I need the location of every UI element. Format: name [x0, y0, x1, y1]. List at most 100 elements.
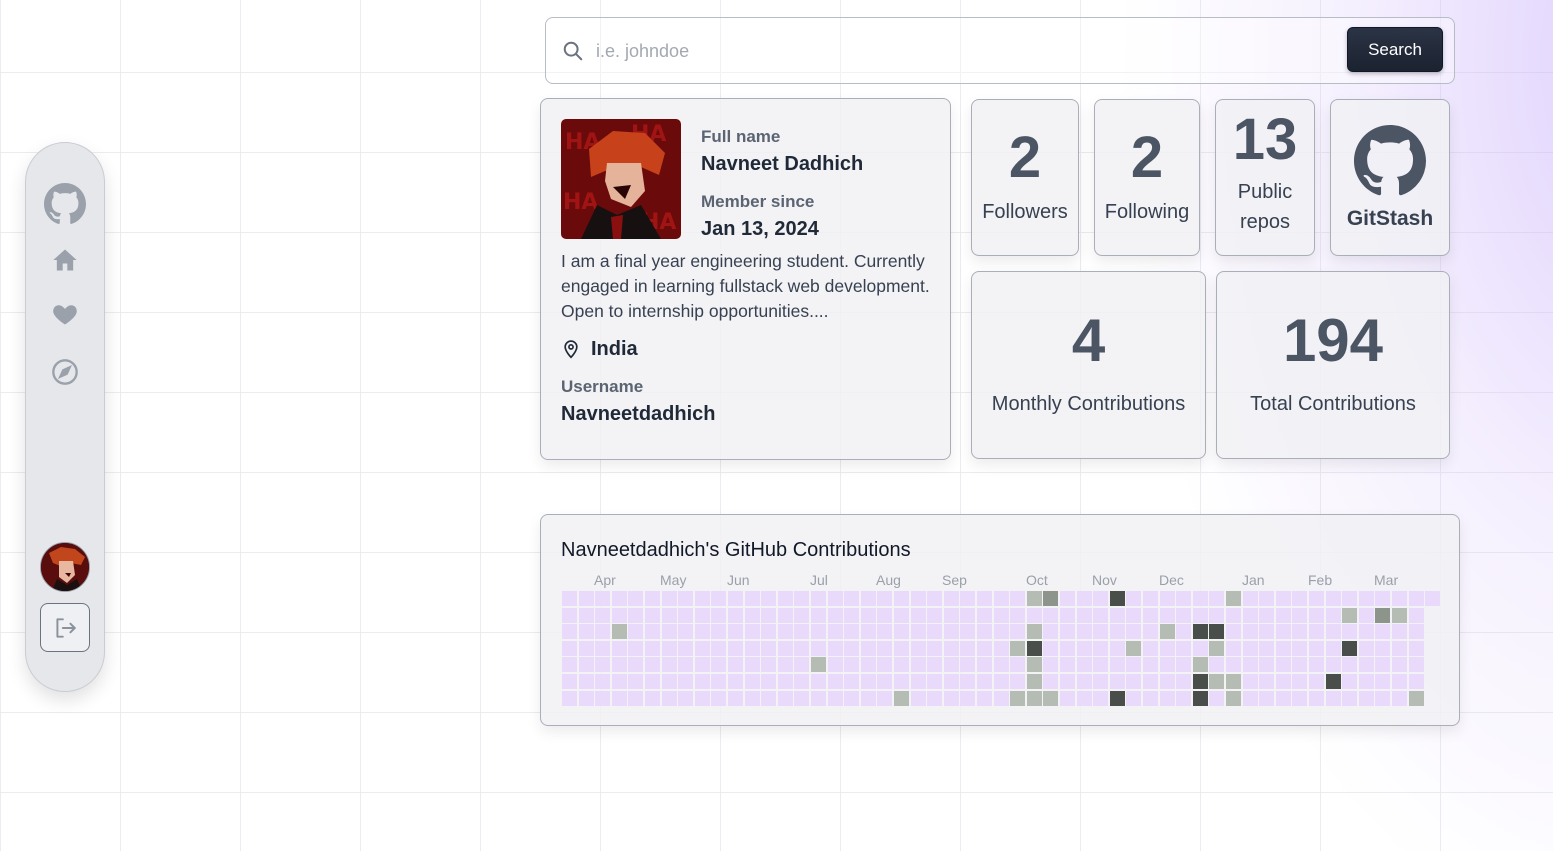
month-labels: Apr May Jun Jul Aug Sep Oct Nov Dec Jan …: [562, 572, 1442, 590]
contribution-cell: [1292, 624, 1308, 640]
contribution-cell: [894, 640, 909, 656]
contribution-cell: [761, 657, 777, 673]
followers-card[interactable]: 2 Followers: [971, 99, 1079, 256]
contribution-cell: [860, 640, 876, 656]
contribution-cell: [860, 690, 876, 706]
contribution-cell: [595, 591, 611, 606]
contribution-cell: [728, 591, 743, 606]
contribution-cell: [1325, 674, 1341, 689]
sidebar: [25, 142, 105, 692]
contribution-cell: [1126, 640, 1142, 656]
contribution-cell: [794, 607, 810, 623]
avatar[interactable]: [40, 542, 90, 592]
github-logo-icon: [1354, 124, 1426, 197]
contribution-cell: [744, 624, 760, 640]
contribution-cell: [1259, 674, 1275, 689]
contribution-cell: [661, 591, 677, 606]
contribution-cell: [827, 657, 843, 673]
contribution-cell: [595, 690, 611, 706]
contribution-cell: [628, 624, 644, 640]
contribution-cell: [844, 690, 860, 706]
contribution-cell: [860, 591, 876, 606]
contribution-cell: [1126, 674, 1142, 689]
contribution-cell: [1425, 591, 1441, 606]
contribution-cell: [1392, 657, 1407, 673]
contribution-cell: [943, 591, 959, 606]
contribution-cell: [728, 674, 743, 689]
contribution-cell: [877, 640, 893, 656]
contribution-cell: [960, 674, 976, 689]
contribution-cell: [1093, 690, 1109, 706]
contribution-cell: [1408, 640, 1424, 656]
contribution-cell: [1342, 591, 1358, 606]
home-icon[interactable]: [51, 246, 79, 274]
month-label: Mar: [1374, 572, 1399, 588]
contribution-cell: [1292, 674, 1308, 689]
contribution-cell: [1093, 657, 1109, 673]
contribution-cell: [595, 640, 611, 656]
gitstash-card[interactable]: GitStash: [1330, 99, 1450, 256]
contribution-cell: [578, 607, 594, 623]
public-repos-card[interactable]: 13 Public repos: [1215, 99, 1315, 256]
contribution-cell: [1342, 640, 1358, 656]
contribution-cell: [595, 674, 611, 689]
contribution-cell: [943, 674, 959, 689]
contribution-cell: [1309, 640, 1324, 656]
contribution-cell: [777, 591, 793, 606]
contribution-cell: [1375, 591, 1391, 606]
logout-button[interactable]: [40, 603, 90, 652]
search-button[interactable]: Search: [1347, 27, 1443, 72]
contribution-cell: [960, 690, 976, 706]
contribution-cell: [611, 607, 627, 623]
following-card[interactable]: 2 Following: [1094, 99, 1200, 256]
contribution-cell: [562, 607, 577, 623]
github-logo-icon[interactable]: [44, 183, 86, 225]
contribution-cell: [694, 640, 710, 656]
contribution-cell: [811, 624, 826, 640]
contribution-cell: [611, 657, 627, 673]
contribution-cell: [794, 657, 810, 673]
contribution-cell: [1209, 690, 1225, 706]
compass-icon[interactable]: [51, 358, 79, 386]
month-label: Apr: [594, 572, 616, 588]
search-input[interactable]: [596, 32, 1296, 70]
contribution-cell: [1159, 624, 1175, 640]
contribution-cell: [1192, 690, 1208, 706]
member-since: Jan 13, 2024: [701, 218, 819, 240]
contribution-cell: [794, 690, 810, 706]
contribution-cell: [761, 690, 777, 706]
contribution-cell: [1259, 624, 1275, 640]
contribution-cell: [1358, 674, 1374, 689]
month-label: Jan: [1242, 572, 1265, 588]
contribution-cell: [1226, 657, 1241, 673]
public-repos-label-line2: repos: [1239, 210, 1290, 233]
month-label: May: [660, 572, 687, 588]
location: India: [591, 338, 638, 360]
contribution-cell: [844, 657, 860, 673]
contribution-cell: [894, 591, 909, 606]
contribution-cell: [977, 640, 992, 656]
contribution-cell: [1093, 674, 1109, 689]
contribution-cell: [894, 607, 909, 623]
contribution-cell: [628, 591, 644, 606]
contribution-cell: [1375, 624, 1391, 640]
contribution-cell: [1109, 591, 1125, 606]
contribution-cell: [628, 657, 644, 673]
heart-icon[interactable]: [51, 300, 79, 328]
contribution-cell: [1408, 591, 1424, 606]
contribution-cell: [1176, 674, 1192, 689]
contribution-cell: [578, 640, 594, 656]
contribution-cell: [1242, 624, 1258, 640]
contribution-cell: [1242, 640, 1258, 656]
contribution-cell: [562, 657, 577, 673]
contribution-cell: [894, 657, 909, 673]
contribution-cell: [595, 657, 611, 673]
contribution-cell: [1275, 591, 1291, 606]
contribution-cell: [1242, 591, 1258, 606]
contribution-cell: [1209, 640, 1225, 656]
contribution-cell: [993, 674, 1009, 689]
contribution-cell: [1342, 624, 1358, 640]
contribution-cell: [628, 607, 644, 623]
contribution-cell: [1076, 624, 1092, 640]
contribution-cell: [711, 640, 727, 656]
